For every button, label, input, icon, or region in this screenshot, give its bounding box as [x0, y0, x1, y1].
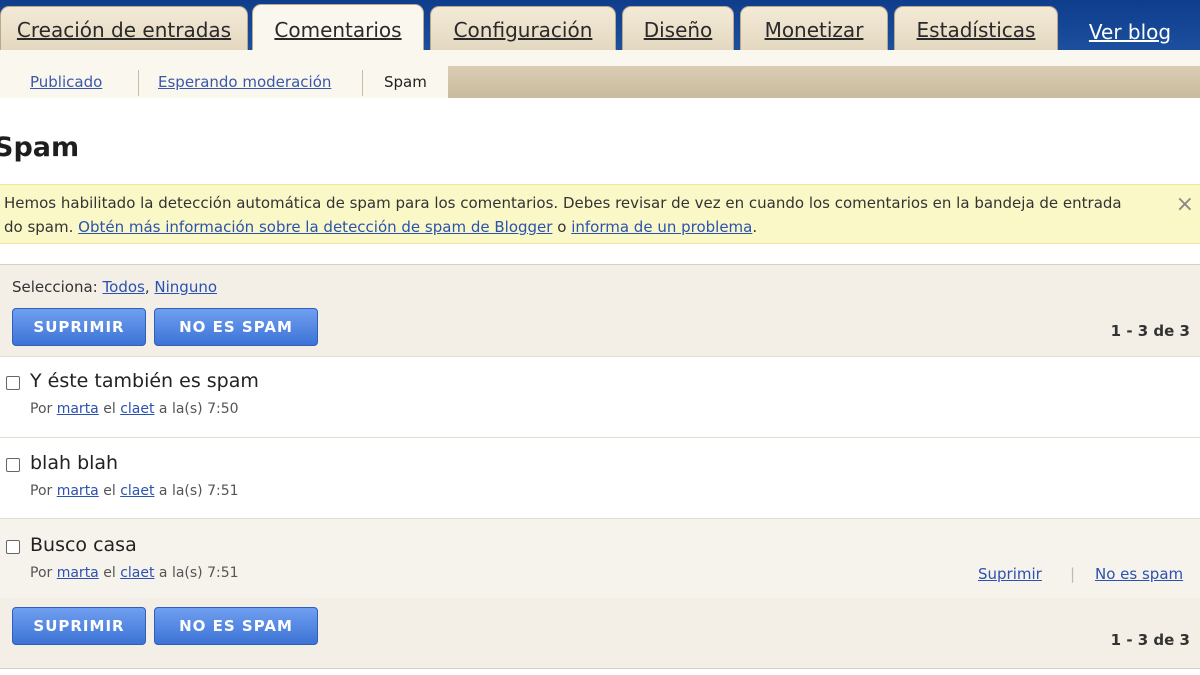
comment-title: blah blah — [30, 452, 119, 474]
subtab-publicado[interactable]: Publicado — [30, 66, 102, 98]
spam-notice: Hemos habilitado la detección automática… — [0, 184, 1200, 244]
subtab-spam[interactable]: Spam — [384, 66, 427, 98]
comment-meta: Por marta el claet a la(s) 7:51 — [30, 483, 239, 499]
row-delete-link[interactable]: Suprimir — [978, 565, 1042, 583]
meta-by: Por — [30, 483, 53, 499]
select-label: Selecciona: — [12, 278, 98, 296]
meta-on: el — [103, 565, 116, 581]
comment-checkbox[interactable] — [6, 540, 20, 554]
not-spam-button-bottom[interactable]: NO ES SPAM — [154, 607, 318, 645]
delete-button-bottom[interactable]: SUPRIMIR — [12, 607, 146, 645]
table-row — [0, 437, 1200, 517]
pagination-info: 1 - 3 de 3 — [1110, 322, 1190, 340]
subtab-publicado-link[interactable]: Publicado — [30, 73, 102, 91]
row-not-spam-link[interactable]: No es spam — [1095, 565, 1183, 583]
author-link[interactable]: marta — [57, 483, 99, 499]
select-none-link[interactable]: Ninguno — [154, 278, 217, 296]
tab-monetizar[interactable]: Monetizar — [740, 6, 888, 52]
report-problem-link[interactable]: informa de un problema — [571, 218, 752, 236]
tab-estadisticas[interactable]: Estadísticas — [894, 6, 1058, 52]
tab-configuracion[interactable]: Configuración — [430, 6, 616, 52]
subtab-esperando-moderacion-link[interactable]: Esperando moderación — [158, 73, 331, 91]
comment-checkbox[interactable] — [6, 376, 20, 390]
select-all-link[interactable]: Todos — [103, 278, 145, 296]
post-link[interactable]: claet — [120, 483, 154, 499]
action-separator: | — [1070, 565, 1076, 583]
tab-creacion-de-entradas[interactable]: Creación de entradas — [0, 6, 248, 52]
meta-on: el — [103, 401, 116, 417]
meta-by: Por — [30, 401, 53, 417]
author-link[interactable]: marta — [57, 401, 99, 417]
comment-title: Y éste también es spam — [30, 370, 259, 392]
delete-button[interactable]: SUPRIMIR — [12, 308, 146, 346]
tab-comentarios[interactable]: Comentarios — [252, 4, 424, 54]
comment-time: a la(s) 7:50 — [158, 401, 239, 417]
subnav-divider — [362, 70, 363, 96]
row-delete[interactable]: Suprimir — [978, 565, 1042, 583]
row-not-spam[interactable]: No es spam — [1095, 565, 1183, 583]
comment-time: a la(s) 7:51 — [158, 565, 239, 581]
comment-title: Busco casa — [30, 534, 137, 556]
comment-meta: Por marta el claet a la(s) 7:51 — [30, 565, 239, 581]
meta-by: Por — [30, 565, 53, 581]
close-icon[interactable]: × — [1176, 192, 1194, 217]
select-controls: Selecciona: Todos, Ninguno — [12, 278, 217, 296]
learn-more-link[interactable]: Obtén más información sobre la detección… — [78, 218, 552, 236]
notice-text-end: . — [752, 218, 758, 236]
subtab-esperando-moderacion[interactable]: Esperando moderación — [158, 66, 331, 98]
sub-nav-strip — [448, 66, 1200, 98]
not-spam-button[interactable]: NO ES SPAM — [154, 308, 318, 346]
notice-text-or: o — [557, 218, 567, 236]
table-row — [0, 518, 1200, 598]
pagination-info-bottom: 1 - 3 de 3 — [1110, 631, 1190, 649]
comment-meta: Por marta el claet a la(s) 7:50 — [30, 401, 239, 417]
page-title: Spam — [0, 132, 80, 163]
subnav-divider — [138, 70, 139, 96]
tab-diseno[interactable]: Diseño — [622, 6, 734, 52]
table-row — [0, 356, 1200, 436]
author-link[interactable]: marta — [57, 565, 99, 581]
comment-checkbox[interactable] — [6, 458, 20, 472]
select-separator: , — [144, 278, 150, 296]
meta-on: el — [103, 483, 116, 499]
post-link[interactable]: claet — [120, 401, 154, 417]
view-blog-link[interactable]: Ver blog — [1060, 14, 1200, 50]
post-link[interactable]: claet — [120, 565, 154, 581]
comment-time: a la(s) 7:51 — [158, 483, 239, 499]
